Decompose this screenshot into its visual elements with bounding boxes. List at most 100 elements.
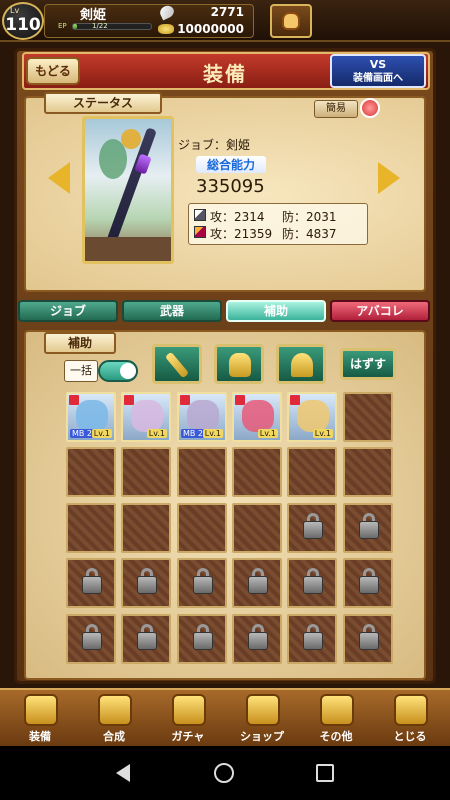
- empty-slot[interactable]: [177, 447, 227, 497]
- item-art: [242, 400, 274, 432]
- android-back-icon[interactable]: [116, 764, 130, 782]
- locked-slot[interactable]: [66, 558, 116, 608]
- nav-item-0[interactable]: 装備: [4, 690, 76, 746]
- android-recent-icon[interactable]: [316, 764, 334, 782]
- empty-slot[interactable]: [287, 447, 337, 497]
- simple-view-button[interactable]: 簡易: [314, 100, 358, 118]
- empty-slot[interactable]: [121, 503, 171, 553]
- ep-bar-fill: [73, 24, 77, 29]
- equipment-icon: [24, 694, 58, 726]
- tab-support[interactable]: 補助: [226, 300, 326, 322]
- empty-slot[interactable]: [343, 447, 393, 497]
- empty-slot[interactable]: [232, 447, 282, 497]
- stat-attack-2: 攻：21359: [210, 227, 273, 241]
- filter-helmet-button[interactable]: [276, 344, 326, 384]
- rarity-icon: [69, 395, 79, 405]
- level-badge: Lv.1: [257, 429, 278, 438]
- bulk-toggle[interactable]: [98, 360, 138, 382]
- locked-slot[interactable]: [343, 614, 393, 664]
- empty-slot[interactable]: [66, 503, 116, 553]
- stat-defense-1: 防：2031: [282, 210, 337, 224]
- locked-slot[interactable]: [232, 614, 282, 664]
- level-badge: Lv.1: [91, 429, 112, 438]
- ep-bar: [72, 23, 152, 30]
- locked-slot[interactable]: [343, 503, 393, 553]
- player-name: 剣姫: [80, 8, 107, 23]
- next-arrow-icon[interactable]: [378, 162, 400, 194]
- empty-slot[interactable]: [232, 503, 282, 553]
- item-slot[interactable]: MB 2 Lv.1: [66, 392, 116, 442]
- android-home-icon[interactable]: [214, 763, 234, 783]
- filter-armor-button[interactable]: [214, 344, 264, 384]
- locked-slot[interactable]: [287, 614, 337, 664]
- filter-sword-button[interactable]: [152, 344, 202, 384]
- back-button[interactable]: もどる: [26, 57, 80, 85]
- gold-count: 10000000: [177, 22, 244, 36]
- gem-count: 2771: [210, 5, 244, 19]
- item-art: [131, 400, 163, 432]
- mb-badge: MB 2: [181, 429, 206, 438]
- mb-badge: MB 2: [70, 429, 95, 438]
- locked-slot[interactable]: [177, 614, 227, 664]
- lock-icon: [193, 632, 213, 650]
- item-slot[interactable]: Lv.1: [232, 392, 282, 442]
- magic-sword-icon: [194, 226, 206, 238]
- page-title: 装備: [203, 62, 247, 86]
- nav-label: ガチャ: [171, 730, 205, 743]
- empty-slot[interactable]: [66, 447, 116, 497]
- rarity-icon: [290, 395, 300, 405]
- item-art: [187, 400, 219, 432]
- nav-item-3[interactable]: ショップ: [226, 690, 298, 746]
- empty-slot[interactable]: [177, 503, 227, 553]
- tab-weapon[interactable]: 武器: [122, 300, 222, 322]
- nav-item-1[interactable]: 合成: [78, 690, 150, 746]
- item-slot[interactable]: Lv.1: [287, 392, 337, 442]
- nav-item-4[interactable]: その他: [300, 690, 372, 746]
- vs-equipment-button[interactable]: VS 装備画面へ: [330, 54, 426, 88]
- nav-item-2[interactable]: ガチャ: [152, 690, 224, 746]
- level-value: 110: [5, 15, 41, 35]
- locked-slot[interactable]: [343, 558, 393, 608]
- item-slot[interactable]: Lv.1: [121, 392, 171, 442]
- item-slot[interactable]: MB 2 Lv.1: [177, 392, 227, 442]
- vs-label: VS: [369, 58, 387, 71]
- level-badge: Lv 110: [2, 2, 44, 40]
- hammer-icon: [98, 694, 132, 726]
- gacha-icon: [172, 694, 206, 726]
- empty-slot[interactable]: [121, 447, 171, 497]
- gear-icon: [320, 694, 354, 726]
- locked-slot[interactable]: [287, 558, 337, 608]
- rarity-icon: [180, 395, 190, 405]
- tab-job[interactable]: ジョブ: [18, 300, 118, 322]
- level-badge: Lv.1: [146, 429, 167, 438]
- lock-icon: [193, 576, 213, 594]
- locked-slot[interactable]: [66, 614, 116, 664]
- empty-slot[interactable]: [343, 392, 393, 442]
- rarity-icon: [124, 395, 134, 405]
- nav-label: とじる: [393, 730, 427, 743]
- lock-icon: [359, 521, 379, 539]
- locked-slot[interactable]: [232, 558, 282, 608]
- item-art: [76, 400, 108, 432]
- character-face-icon: [282, 12, 300, 30]
- nav-item-5[interactable]: とじる: [374, 690, 446, 746]
- lock-icon: [248, 632, 268, 650]
- locked-slot[interactable]: [287, 503, 337, 553]
- character-menu-button[interactable]: [270, 4, 312, 38]
- refresh-icon[interactable]: [360, 98, 380, 118]
- ep-label: EP: [58, 22, 67, 30]
- item-art: [297, 400, 329, 432]
- locked-slot[interactable]: [177, 558, 227, 608]
- prev-arrow-icon[interactable]: [48, 162, 70, 194]
- level-prefix: Lv: [10, 6, 20, 15]
- lock-icon: [359, 576, 379, 594]
- locked-slot[interactable]: [121, 614, 171, 664]
- unequip-button[interactable]: はずす: [340, 348, 396, 380]
- level-badge: Lv.1: [312, 429, 333, 438]
- locked-slot[interactable]: [121, 558, 171, 608]
- nav-label: ショップ: [240, 730, 284, 743]
- portrait-ground: [85, 237, 171, 261]
- toggle-knob: [120, 363, 136, 379]
- tab-avatar-collection[interactable]: アバコレ: [330, 300, 430, 322]
- lock-icon: [303, 632, 323, 650]
